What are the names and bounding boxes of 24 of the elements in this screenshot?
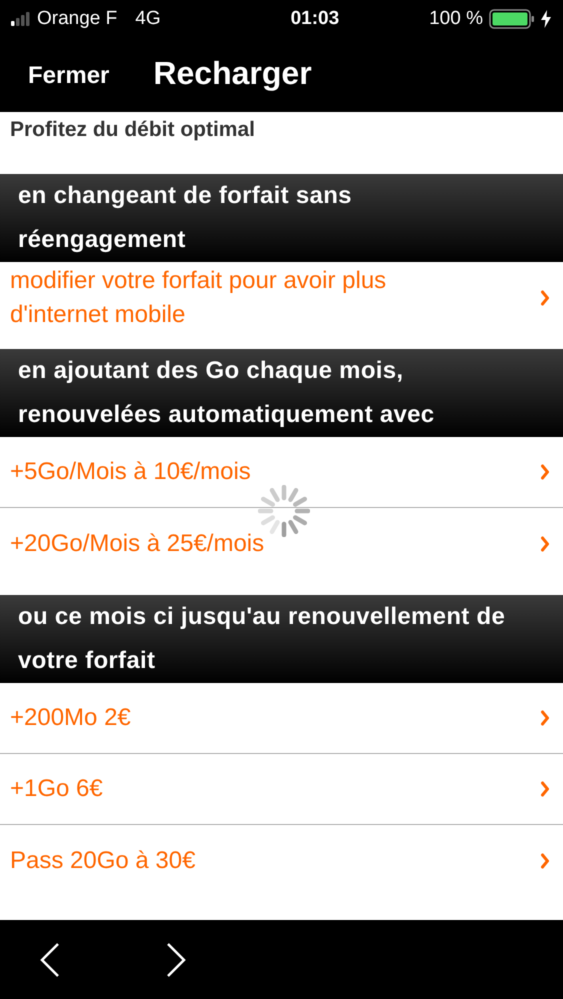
carrier-name: Orange F [37, 8, 118, 30]
network-type: 4G [135, 8, 161, 30]
chevron-icon [541, 710, 549, 726]
offer-row[interactable]: +1Go 6€ [0, 754, 563, 825]
chevron-icon [541, 290, 549, 306]
chevron-icon [541, 852, 549, 868]
section-header: en changeant de forfait sans réengagement [0, 174, 563, 262]
clock-time: 01:03 [290, 8, 340, 30]
offer-row[interactable]: +20Go/Mois à 25€/mois [0, 508, 563, 579]
section-header: ou ce mois ci jusqu'au renouvellement de votre forfait [0, 595, 563, 683]
offer-row[interactable]: modifier votre forfait pour avoir plus d'internet mobile [0, 262, 563, 333]
chevron-icon [541, 536, 549, 552]
intro-text: Profitez du débit optimal [9, 117, 256, 143]
offer-row[interactable]: +5Go/Mois à 10€/mois [0, 437, 563, 508]
charging-bolt-icon [540, 10, 551, 28]
close-button[interactable]: Fermer [28, 62, 110, 90]
battery-percent: 100 % [429, 8, 483, 30]
page-title: Recharger [153, 54, 312, 92]
offer-row[interactable]: Pass 20Go à 30€ [0, 825, 563, 896]
chevron-icon [541, 781, 549, 797]
chevron-icon [541, 464, 549, 480]
offer-row[interactable]: +200Mo 2€ [0, 683, 563, 754]
section-header: en ajoutant des Go chaque mois, renouvelées automatiquement avec [0, 349, 563, 437]
battery-icon [488, 9, 535, 29]
